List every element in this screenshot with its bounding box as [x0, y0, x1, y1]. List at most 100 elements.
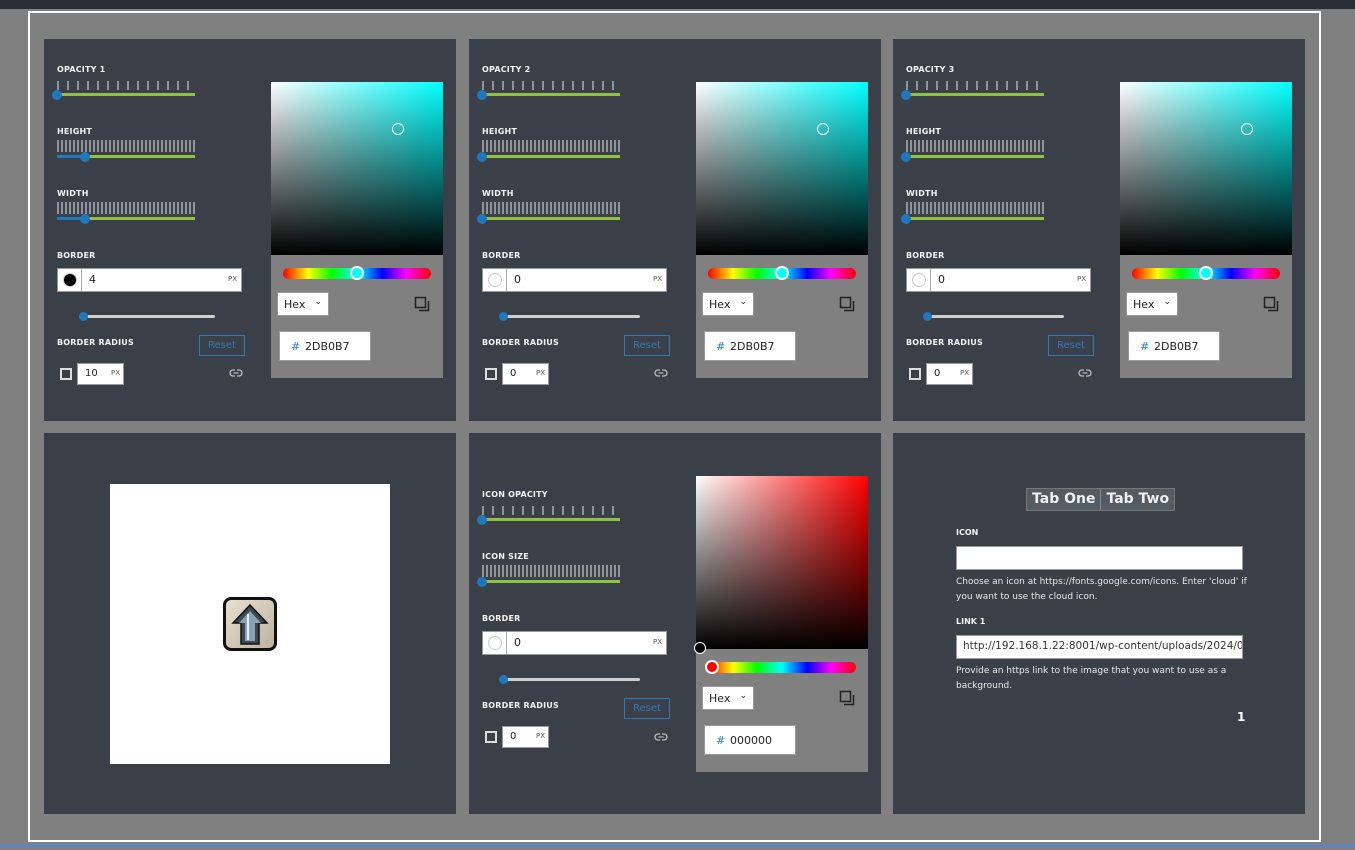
border-radius-input[interactable]: 10 PX	[77, 363, 124, 385]
border-radius-icon[interactable]	[60, 368, 72, 380]
saturation-value-area[interactable]	[694, 476, 868, 654]
border-unit: PX	[652, 638, 662, 646]
slider-knob[interactable]	[79, 151, 90, 162]
opacity-slider[interactable]	[52, 89, 195, 100]
icon-opacity-slider[interactable]	[477, 514, 620, 525]
border-width-slider[interactable]	[79, 312, 215, 321]
border-color-button[interactable]	[483, 632, 507, 654]
border-radius-input[interactable]: 0 PX	[502, 726, 549, 748]
hue-slider[interactable]	[708, 266, 856, 280]
link-icon[interactable]	[1078, 367, 1092, 379]
color-format-select[interactable]: Hex ⌄	[1126, 292, 1178, 316]
border-radius-value: 10	[85, 368, 98, 379]
settings-panel: Tab One Tab Two ICON Choose an icon at h…	[893, 433, 1305, 814]
slider-knob[interactable]	[477, 514, 487, 525]
link-icon[interactable]	[654, 367, 668, 379]
width-slider[interactable]	[477, 213, 620, 224]
saturation-knob[interactable]	[1241, 123, 1253, 135]
border-width-input[interactable]: 0	[514, 273, 521, 286]
arrow-up-icon[interactable]	[223, 597, 277, 651]
border-width-slider[interactable]	[923, 312, 1064, 321]
reset-button[interactable]: Reset	[1048, 335, 1094, 356]
border-slider-knob[interactable]	[923, 312, 932, 321]
tab-one[interactable]: Tab One	[1027, 489, 1102, 510]
slider-knob[interactable]	[901, 213, 911, 224]
icon-field-label: ICON	[956, 528, 979, 537]
slider-knob[interactable]	[79, 213, 90, 224]
slider-knob[interactable]	[477, 151, 487, 162]
hex-input[interactable]: #2DB0B7	[279, 331, 371, 361]
hex-input[interactable]: #000000	[704, 725, 796, 755]
slider-knob[interactable]	[901, 89, 911, 100]
hash-symbol: #	[716, 340, 726, 353]
link-icon[interactable]	[654, 731, 668, 743]
border-label: BORDER	[482, 614, 521, 623]
reset-button[interactable]: Reset	[624, 698, 670, 719]
icon-input[interactable]	[956, 546, 1243, 570]
hue-knob[interactable]	[1199, 266, 1213, 280]
hue-knob[interactable]	[775, 266, 789, 280]
height-slider[interactable]	[477, 151, 620, 162]
saturation-value-area[interactable]	[1120, 82, 1292, 255]
saturation-value-area[interactable]	[696, 82, 868, 255]
hue-slider[interactable]	[283, 266, 431, 280]
copy-icon[interactable]	[414, 296, 430, 312]
hex-input[interactable]: #2DB0B7	[1128, 331, 1220, 361]
border-radius-unit: PX	[535, 732, 545, 740]
slider-knob[interactable]	[477, 89, 487, 100]
color-format-select[interactable]: Hex ⌄	[277, 292, 329, 316]
hue-knob[interactable]	[350, 266, 364, 280]
hex-value: 2DB0B7	[305, 340, 350, 353]
border-width-slider[interactable]	[499, 312, 640, 321]
saturation-value-area[interactable]	[271, 82, 443, 255]
slider-knob[interactable]	[901, 151, 911, 162]
tab-two[interactable]: Tab Two	[1101, 489, 1175, 510]
hue-slider[interactable]	[705, 660, 856, 674]
border-color-button[interactable]	[483, 269, 507, 291]
opacity-slider[interactable]	[477, 89, 620, 100]
slider-knob[interactable]	[52, 89, 62, 100]
height-slider[interactable]	[57, 151, 195, 162]
color-format-select[interactable]: Hex ⌄	[702, 686, 754, 710]
saturation-knob[interactable]	[392, 123, 404, 135]
border-color-button[interactable]	[58, 269, 82, 291]
hex-input[interactable]: #2DB0B7	[704, 331, 796, 361]
border-width-slider[interactable]	[499, 675, 640, 684]
hex-value: 000000	[730, 734, 772, 747]
icon-size-slider[interactable]	[477, 576, 620, 587]
hue-knob[interactable]	[705, 660, 719, 674]
reset-button[interactable]: Reset	[624, 335, 670, 356]
copy-icon[interactable]	[839, 296, 855, 312]
border-radius-icon[interactable]	[485, 731, 497, 743]
border-slider-knob[interactable]	[499, 675, 508, 684]
copy-icon[interactable]	[1263, 296, 1279, 312]
link-input[interactable]: http://192.168.1.22:8001/wp-content/uplo…	[956, 635, 1243, 659]
copy-icon[interactable]	[839, 690, 855, 706]
border-color-button[interactable]	[907, 269, 931, 291]
slider-knob[interactable]	[477, 213, 487, 224]
height-slider[interactable]	[901, 151, 1044, 162]
border-width-input[interactable]: 4	[89, 273, 96, 286]
opacity-slider[interactable]	[901, 89, 1044, 100]
color-format-select[interactable]: Hex ⌄	[702, 292, 754, 316]
border-radius-icon[interactable]	[909, 368, 921, 380]
reset-button[interactable]: Reset	[199, 335, 245, 356]
border-slider-knob[interactable]	[499, 312, 508, 321]
saturation-knob[interactable]	[817, 123, 829, 135]
border-slider-knob[interactable]	[79, 312, 89, 321]
slider-knob[interactable]	[477, 576, 487, 587]
slider-label: ICON OPACITY	[482, 490, 548, 499]
border-radius-input[interactable]: 0 PX	[502, 363, 549, 385]
hue-slider[interactable]	[1132, 266, 1280, 280]
width-slider[interactable]	[57, 213, 195, 224]
border-radius-value: 0	[510, 368, 517, 379]
link-icon[interactable]	[229, 367, 243, 379]
color-picker: Hex ⌄ #2DB0B7	[696, 82, 868, 378]
border-width-input[interactable]: 0	[514, 636, 521, 649]
border-radius-input[interactable]: 0 PX	[926, 363, 973, 385]
border-width-input[interactable]: 0	[938, 273, 945, 286]
border-radius-icon[interactable]	[485, 368, 497, 380]
saturation-knob[interactable]	[694, 642, 706, 654]
width-slider[interactable]	[901, 213, 1044, 224]
preview-canvas	[110, 484, 390, 764]
